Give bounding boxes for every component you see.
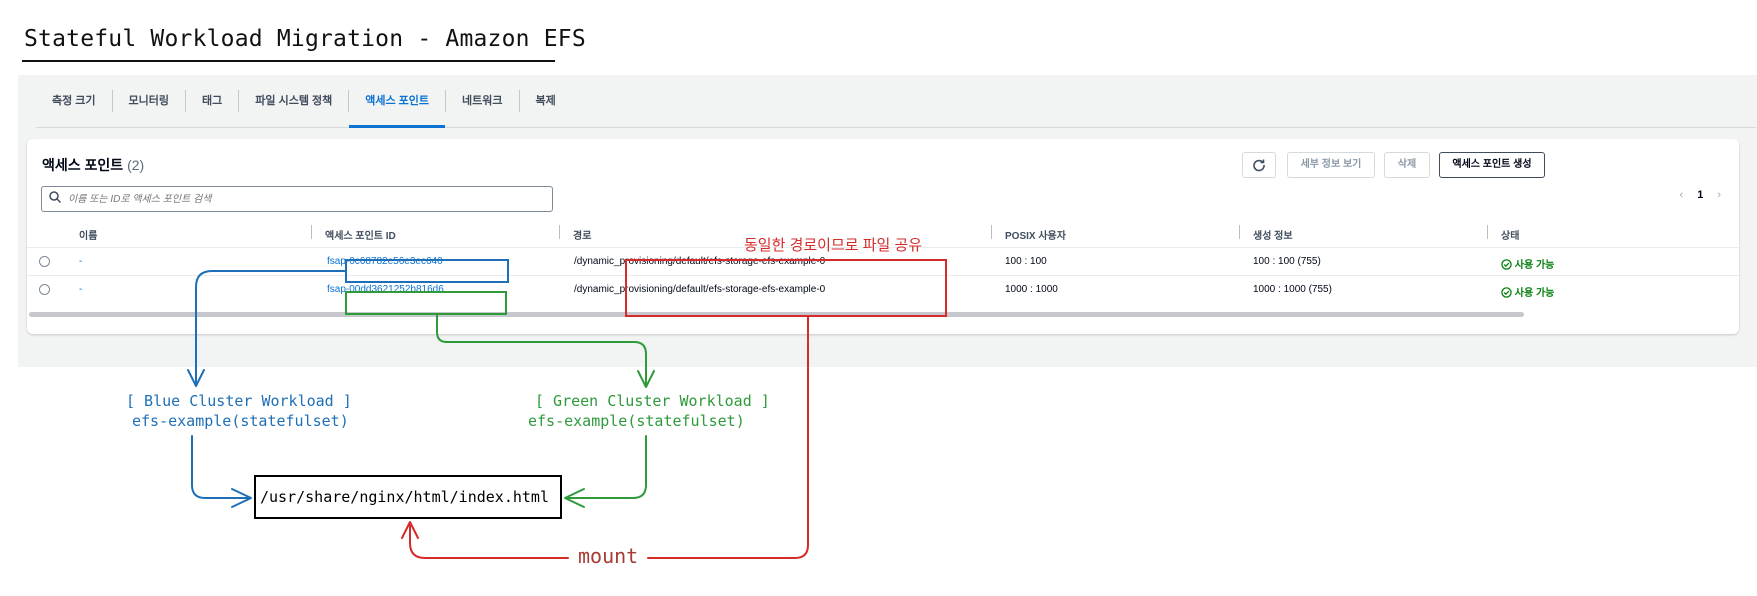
green-cluster-title: [ Green Cluster Workload ] [535,392,770,410]
mount-label: mount [574,544,643,568]
mount-line [647,316,809,559]
mount-line-left [409,523,569,559]
blue-cluster-title: [ Blue Cluster Workload ] [126,392,352,410]
blue-cluster-subtitle: efs-example(statefulset) [132,412,349,430]
green-arrow-down [436,314,647,386]
blue-arrow-to-file [191,435,251,499]
green-cluster-subtitle: efs-example(statefulset) [528,412,745,430]
blue-arrow-down [195,270,346,385]
green-arrow-to-file [565,435,647,499]
shared-file-box: /usr/share/nginx/html/index.html [254,475,562,519]
